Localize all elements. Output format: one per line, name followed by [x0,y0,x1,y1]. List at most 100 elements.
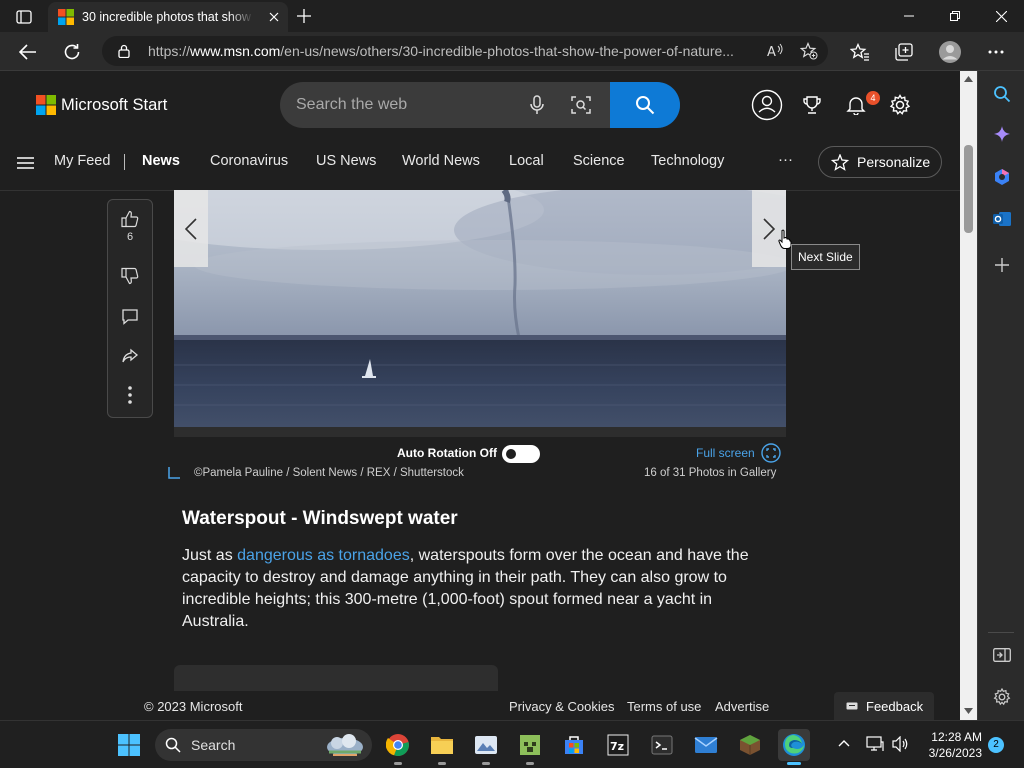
brand-name: Microsoft Start [61,95,168,114]
notification-center-badge[interactable]: 2 [988,737,1004,753]
url-text[interactable]: https://www.msn.com/en-us/news/others/30… [148,43,758,59]
taskbar-search-box[interactable]: Search [155,729,372,761]
microphone-icon[interactable] [530,95,544,115]
network-icon[interactable] [866,736,884,752]
scrollbar-thumb[interactable] [964,145,973,233]
new-tab-icon[interactable] [294,6,314,26]
tab-actions-icon[interactable] [12,6,36,28]
page-scrollbar[interactable] [960,71,977,721]
comment-icon [122,309,138,325]
thumbs-down-icon [121,267,139,285]
feedback-button[interactable]: Feedback [834,692,934,721]
show-hidden-icons-chevron-icon[interactable] [838,739,850,747]
search-button[interactable] [610,82,680,128]
scroll-down-arrow-icon[interactable] [964,708,973,714]
photos-app-icon[interactable] [470,729,502,765]
terminal-app-icon[interactable] [646,729,678,761]
profile-avatar-icon[interactable] [936,38,964,66]
thumbs-up-icon [121,210,139,228]
lock-icon[interactable] [118,44,130,58]
add-favorite-icon[interactable] [800,42,818,60]
advertise-link[interactable]: Advertise [715,699,769,714]
like-button[interactable]: 6 [108,210,152,243]
nav-item-world-news[interactable]: World News [402,153,480,169]
tab-close-icon[interactable] [266,9,282,25]
sidebar-office-icon[interactable] [989,164,1015,190]
active-tab[interactable]: 30 incredible photos that show the power… [48,2,288,32]
minecraft-launcher-icon[interactable] [514,729,546,765]
dislike-button[interactable] [108,267,152,285]
chrome-app-icon[interactable] [382,729,414,765]
edge-app-icon[interactable] [778,729,810,765]
settings-more-icon[interactable] [982,38,1010,66]
terms-of-use-link[interactable]: Terms of use [627,699,701,714]
share-button[interactable] [108,348,152,365]
photos-running-indicator [482,762,490,765]
nav-more-icon[interactable]: ··· [778,151,793,168]
sidebar-divider [988,632,1014,633]
privacy-cookies-link[interactable]: Privacy & Cookies [509,699,614,714]
taskbar-clock[interactable]: 12:28 AM 3/26/2023 [920,729,982,761]
auto-rotation-label: Auto Rotation Off [397,446,497,460]
file-explorer-app-icon[interactable] [426,729,458,765]
collections-icon[interactable] [890,38,918,66]
microsoft-start-logo[interactable]: Microsoft Start [36,95,167,115]
microsoft-store-icon[interactable] [558,729,590,761]
explorer-running-indicator [438,762,446,765]
sparkle-star-icon [831,153,849,171]
sidebar-outlook-icon[interactable] [989,206,1015,232]
mail-app-icon[interactable] [690,729,722,761]
start-button-icon[interactable] [113,729,145,761]
volume-icon[interactable] [892,736,910,752]
edge-active-indicator [787,762,801,765]
7zip-app-icon[interactable]: 7z [602,729,634,761]
nav-item-technology[interactable]: Technology [651,153,724,169]
personalize-button[interactable]: Personalize [818,146,942,178]
nav-item-my-feed[interactable]: My Feed [54,153,110,169]
address-bar[interactable]: https://www.msn.com/en-us/news/others/30… [102,36,828,66]
nav-item-news[interactable]: News [142,153,180,169]
vertical-dots-icon [128,386,132,404]
hand-cursor-icon [778,229,792,249]
minimize-icon[interactable] [886,0,932,32]
web-search-box[interactable]: Search the web [280,82,680,128]
svg-text:A: A [767,45,776,60]
refresh-icon[interactable] [58,38,86,66]
visual-search-icon[interactable] [571,95,591,115]
sidebar-search-icon[interactable] [989,81,1015,107]
full-screen-button[interactable]: Full screen [696,443,781,463]
edge-sidebar [977,71,1024,721]
notification-count-badge: 4 [866,91,880,105]
auto-rotation-toggle[interactable] [502,445,540,463]
minecraft-app-icon[interactable] [734,729,766,761]
favorites-icon[interactable] [846,38,874,66]
account-icon[interactable] [751,89,783,121]
feedback-icon [846,702,858,709]
nav-item-local[interactable]: Local [509,153,544,169]
rewards-trophy-icon[interactable] [796,89,828,121]
sidebar-add-icon[interactable] [989,252,1015,278]
nav-item-coronavirus[interactable]: Coronavirus [210,153,288,169]
sidebar-sparkle-icon[interactable] [989,121,1015,147]
restore-icon[interactable] [932,0,978,32]
more-options-button[interactable] [108,386,152,404]
previous-slide-button[interactable] [174,190,208,267]
scroll-up-arrow-icon[interactable] [964,76,973,82]
back-icon[interactable] [14,38,42,66]
close-window-icon[interactable] [978,0,1024,32]
read-aloud-icon[interactable]: A [766,42,784,60]
full-screen-label: Full screen [696,446,755,460]
sidebar-hide-icon[interactable] [989,642,1015,668]
search-input[interactable]: Search the web [296,96,407,114]
personalize-label: Personalize [857,154,931,170]
comment-button[interactable] [108,308,152,325]
browser-titlebar: 30 incredible photos that show the power… [0,0,1024,32]
hamburger-menu-icon[interactable] [17,157,35,169]
nav-item-science[interactable]: Science [573,153,625,169]
settings-gear-icon[interactable] [884,89,916,121]
dangerous-as-tornadoes-link[interactable]: dangerous as tornadoes [237,547,410,564]
nav-divider [124,154,125,170]
gallery-slide-image[interactable] [174,190,786,436]
sidebar-settings-gear-icon[interactable] [989,684,1015,710]
nav-item-us-news[interactable]: US News [316,153,376,169]
